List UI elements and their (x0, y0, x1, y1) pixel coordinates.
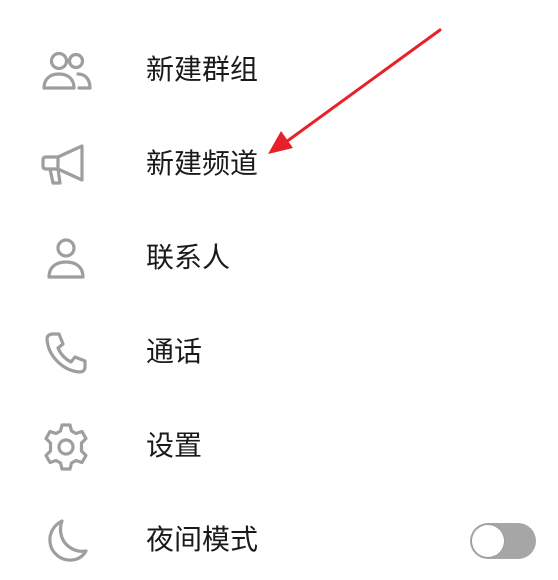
menu-item-label: 设置 (146, 429, 203, 462)
gear-icon (38, 419, 94, 475)
night-mode-toggle[interactable] (470, 523, 536, 559)
side-menu: 新建群组 新建频道 联系人 通话 设置 夜间模式 (0, 0, 558, 580)
menu-item-new-group[interactable]: 新建群组 (0, 23, 558, 117)
user-icon (38, 231, 94, 287)
menu-item-label: 新建群组 (146, 53, 259, 86)
menu-item-label: 通话 (146, 335, 203, 368)
users-icon (38, 43, 94, 99)
menu-item-calls[interactable]: 通话 (0, 305, 558, 399)
menu-item-label: 夜间模式 (146, 523, 259, 556)
menu-item-new-channel[interactable]: 新建频道 (0, 117, 558, 211)
megaphone-icon (38, 137, 94, 193)
menu-item-settings[interactable]: 设置 (0, 399, 558, 493)
menu-item-label: 联系人 (146, 241, 231, 274)
moon-icon (38, 513, 94, 569)
menu-item-night-mode[interactable]: 夜间模式 (0, 493, 558, 580)
menu-item-label: 新建频道 (146, 147, 259, 180)
toggle-knob (472, 525, 504, 557)
phone-icon (38, 325, 94, 381)
menu-item-contacts[interactable]: 联系人 (0, 211, 558, 305)
